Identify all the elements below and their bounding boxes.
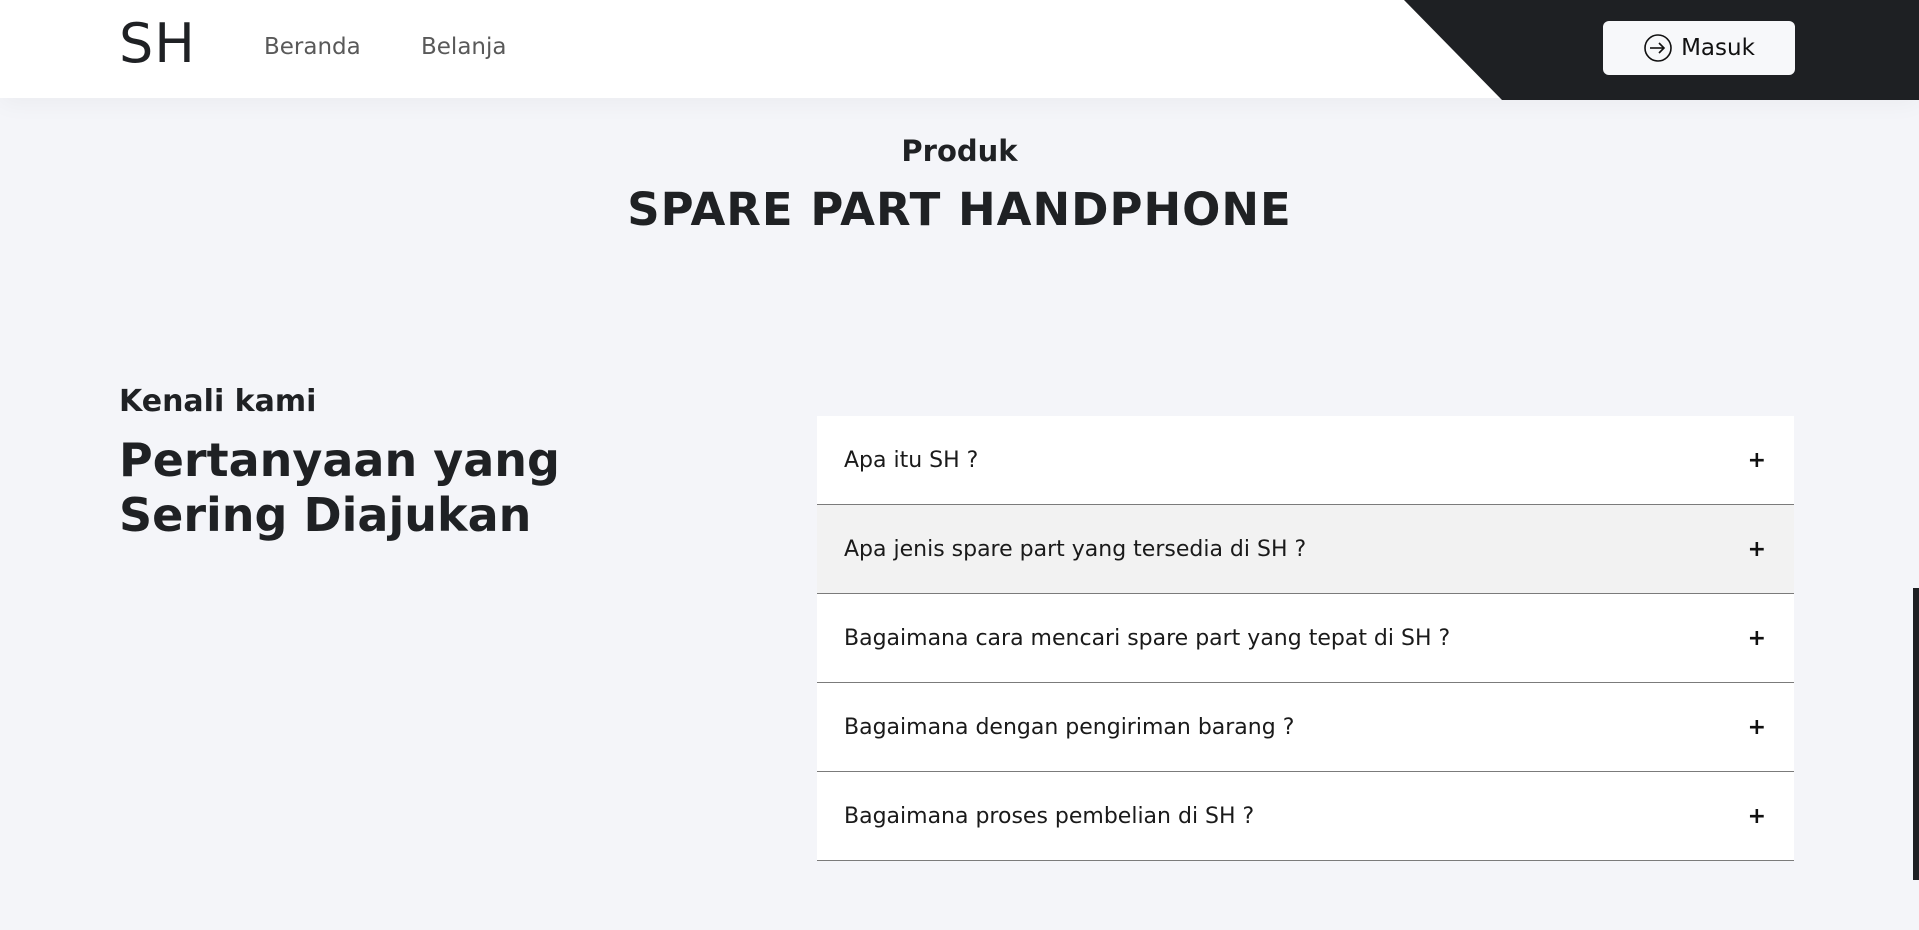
plus-icon: + xyxy=(1747,625,1766,651)
scrollbar-thumb[interactable] xyxy=(1913,588,1919,880)
faq-question: Apa itu SH ? xyxy=(844,447,979,473)
faq-title: Pertanyaan yang Sering Diajukan xyxy=(119,433,560,542)
nav-link-beranda[interactable]: Beranda xyxy=(264,34,361,60)
faq-question: Apa jenis spare part yang tersedia di SH… xyxy=(844,536,1307,562)
login-button-label: Masuk xyxy=(1681,35,1755,61)
nav-link-belanja[interactable]: Belanja xyxy=(421,34,506,60)
product-eyebrow: Produk xyxy=(901,134,1018,168)
plus-icon: + xyxy=(1747,536,1766,562)
login-arrow-icon xyxy=(1643,33,1673,63)
logo[interactable]: SH xyxy=(119,12,196,75)
faq-item[interactable]: Apa jenis spare part yang tersedia di SH… xyxy=(817,505,1794,594)
faq-item[interactable]: Apa itu SH ? + xyxy=(817,416,1794,505)
product-title: SPARE PART HANDPHONE xyxy=(627,183,1292,236)
faq-item[interactable]: Bagaimana dengan pengiriman barang ? + xyxy=(817,683,1794,772)
faq-question: Bagaimana cara mencari spare part yang t… xyxy=(844,625,1451,651)
plus-icon: + xyxy=(1747,714,1766,740)
faq-question: Bagaimana dengan pengiriman barang ? xyxy=(844,714,1295,740)
faq-eyebrow: Kenali kami xyxy=(119,384,317,419)
header: SH Beranda Belanja Masuk xyxy=(0,0,1919,100)
faq-item[interactable]: Bagaimana proses pembelian di SH ? + xyxy=(817,772,1794,861)
faq-item[interactable]: Bagaimana cara mencari spare part yang t… xyxy=(817,594,1794,683)
faq-question: Bagaimana proses pembelian di SH ? xyxy=(844,803,1255,829)
plus-icon: + xyxy=(1747,447,1766,473)
plus-icon: + xyxy=(1747,803,1766,829)
login-button[interactable]: Masuk xyxy=(1603,21,1795,75)
faq-accordion: Apa itu SH ? + Apa jenis spare part yang… xyxy=(817,416,1794,861)
